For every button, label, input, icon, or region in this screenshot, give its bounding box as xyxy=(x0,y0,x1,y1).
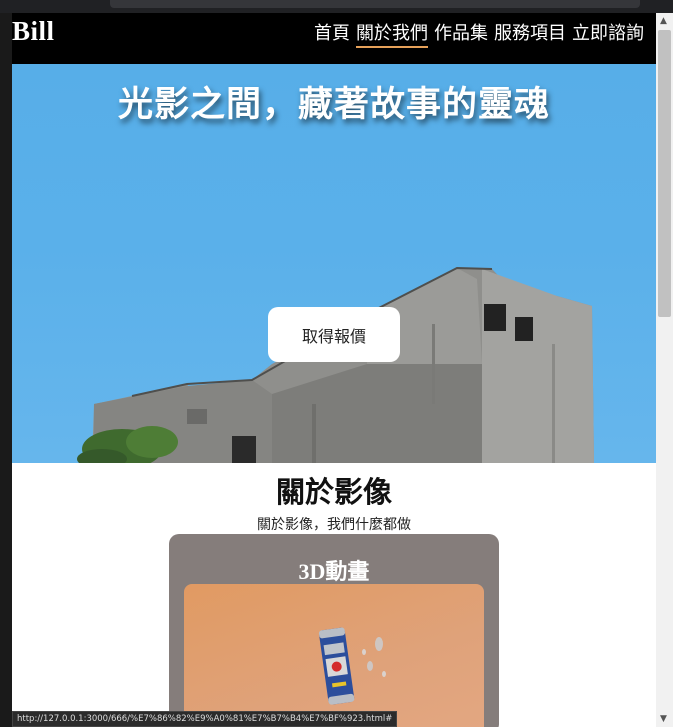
status-bar-link-preview: http://127.0.0.1:3000/666/%E7%86%82%E9%A… xyxy=(12,711,398,727)
nav-link-home[interactable]: 首頁 xyxy=(314,19,350,48)
nav-link-portfolio[interactable]: 作品集 xyxy=(434,19,488,48)
nav-link-about[interactable]: 關於我們 xyxy=(356,19,428,48)
card-title: 3D動畫 xyxy=(298,559,370,584)
nav-link-consult[interactable]: 立即諮詢 xyxy=(572,19,644,48)
address-bar-fragment[interactable] xyxy=(110,0,640,8)
hero-banner: 光影之間，藏著故事的靈魂 取得報價 xyxy=(12,64,656,463)
soda-can-illustration xyxy=(318,627,386,705)
get-quote-button[interactable]: 取得報價 xyxy=(268,307,400,362)
navbar: Bill 首頁 關於我們 作品集 服務項目 立即諮詢 xyxy=(12,13,656,64)
soda-can-splash-image xyxy=(184,584,484,727)
window-left-edge xyxy=(0,13,12,727)
page-viewport: Bill 首頁 關於我們 作品集 服務項目 立即諮詢 光影之間，藏著故事的靈魂 … xyxy=(12,13,656,727)
section-subtitle: 關於影像，我們什麼都做 xyxy=(257,517,411,533)
nav-link-services[interactable]: 服務項目 xyxy=(494,19,566,48)
scrollbar-thumb[interactable] xyxy=(658,30,671,317)
nav-links: 首頁 關於我們 作品集 服務項目 立即諮詢 xyxy=(314,19,644,48)
about-section: 關於影像 關於影像，我們什麼都做 3D動畫 xyxy=(12,463,656,727)
section-title: 關於影像 xyxy=(275,475,392,509)
scroll-up-arrow-icon[interactable]: ▲ xyxy=(660,16,667,26)
vertical-scrollbar[interactable]: ▲ ▼ xyxy=(656,13,673,727)
brand-logo[interactable]: Bill xyxy=(12,16,55,47)
hero-title: 光影之間，藏著故事的靈魂 xyxy=(117,85,550,125)
scroll-down-arrow-icon[interactable]: ▼ xyxy=(660,714,667,724)
service-card-3d-animation[interactable]: 3D動畫 xyxy=(169,534,499,727)
browser-top-strip xyxy=(0,0,673,13)
